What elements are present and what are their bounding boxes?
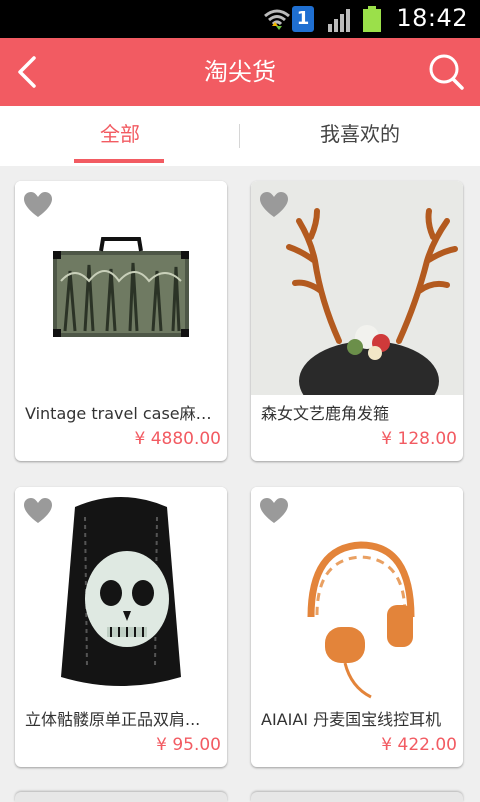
- product-name: AIAIAI 丹麦国宝线控耳机: [261, 710, 442, 729]
- product-price: ¥ 422.00: [381, 735, 457, 755]
- product-name: 立体骷髅原单正品双肩...: [25, 710, 201, 729]
- product-price: ¥ 95.00: [156, 735, 221, 755]
- heart-icon[interactable]: [23, 191, 53, 219]
- product-price: ¥ 4880.00: [134, 429, 221, 449]
- heart-icon[interactable]: [23, 497, 53, 525]
- sim-card-icon: 1: [292, 6, 314, 32]
- tab-favorites[interactable]: 我喜欢的: [240, 106, 480, 166]
- status-bar: 1 18:42: [0, 0, 480, 38]
- heart-icon[interactable]: [259, 191, 289, 219]
- product-card[interactable]: AIAIAI 丹麦国宝线控耳机 ¥ 422.00: [251, 487, 463, 767]
- page-title: 淘尖货: [204, 58, 276, 86]
- active-tab-indicator: [74, 159, 164, 163]
- product-name: 森女文艺鹿角发箍: [261, 404, 390, 423]
- signal-strength-icon: [328, 9, 350, 32]
- wifi-icon: [264, 9, 290, 30]
- app-bar: 淘尖货: [0, 38, 480, 106]
- tab-divider: [239, 124, 240, 148]
- tab-all[interactable]: 全部: [0, 106, 240, 166]
- heart-icon[interactable]: [259, 497, 289, 525]
- product-card[interactable]: 森女文艺鹿角发箍 ¥ 128.00: [251, 181, 463, 461]
- battery-icon: [363, 6, 381, 32]
- clock: 18:42: [396, 4, 468, 32]
- product-card[interactable]: Vintage travel case麻布... ¥ 4880.00: [15, 181, 227, 461]
- search-icon[interactable]: [426, 50, 466, 94]
- tab-bar: 全部 我喜欢的: [0, 106, 480, 166]
- product-card-partial[interactable]: [251, 792, 463, 802]
- product-name: Vintage travel case麻布...: [25, 404, 221, 423]
- product-card-partial[interactable]: [15, 792, 227, 802]
- product-price: ¥ 128.00: [381, 429, 457, 449]
- product-card[interactable]: 立体骷髅原单正品双肩... ¥ 95.00: [15, 487, 227, 767]
